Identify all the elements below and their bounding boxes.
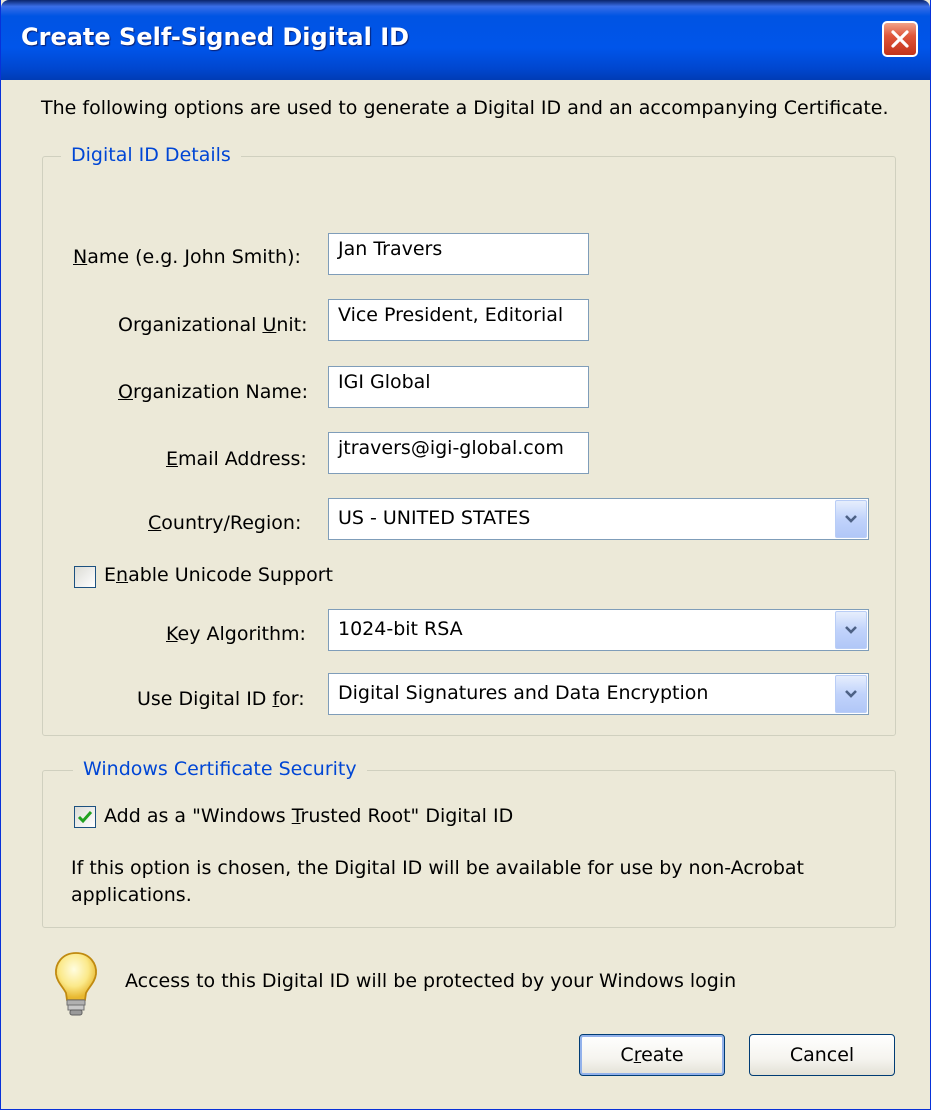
close-button[interactable] (882, 21, 918, 57)
lightbulb-icon (55, 952, 97, 1016)
check-icon (77, 811, 93, 824)
window-title: Create Self-Signed Digital ID (21, 23, 410, 51)
org-unit-label-key: U (262, 314, 277, 336)
name-field[interactable]: Jan Travers (328, 233, 589, 275)
use-for-label-post: or: (279, 688, 305, 710)
chevron-down-icon (845, 690, 857, 698)
key-algorithm-label-post: ey Algorithm: (177, 623, 306, 645)
org-name-label-key: O (118, 381, 133, 403)
hint-text: Access to this Digital ID will be protec… (125, 970, 737, 992)
org-unit-field[interactable]: Vice President, Editorial (328, 299, 589, 341)
name-label-key: N (73, 246, 88, 268)
country-dropdown-button[interactable] (835, 500, 867, 538)
use-for-dropdown-button[interactable] (835, 675, 867, 713)
key-algorithm-select[interactable]: 1024-bit RSA (328, 609, 869, 651)
org-name-label: Organization Name: (118, 381, 308, 403)
country-label-post: ountry/Region: (161, 512, 302, 534)
email-field[interactable]: jtravers@igi-global.com (328, 432, 589, 474)
email-label-post: mail Address: (178, 448, 307, 470)
create-button-label-key: r (633, 1044, 642, 1066)
use-for-label-pre: Use Digital ID (137, 688, 273, 710)
windows-certificate-security-legend: Windows Certificate Security (73, 758, 367, 780)
use-for-select[interactable]: Digital Signatures and Data Encryption (328, 673, 869, 715)
create-button[interactable]: Create (579, 1034, 725, 1076)
org-unit-label-pre: Organizational (118, 314, 263, 336)
key-algorithm-dropdown-button[interactable] (835, 611, 867, 649)
country-select-value: US - UNITED STATES (338, 507, 531, 529)
email-label-key: E (166, 448, 179, 470)
country-label: Country/Region: (148, 512, 301, 534)
trusted-root-checkbox[interactable] (74, 806, 96, 828)
name-label: Name (e.g. John Smith): (73, 246, 301, 268)
create-button-label-pre: C (620, 1044, 634, 1066)
trusted-root-label-post: rusted Root" Digital ID (300, 805, 514, 827)
intro-text: The following options are used to genera… (41, 97, 889, 119)
trusted-root-label-key: T (291, 805, 301, 827)
create-button-label-post: eate (641, 1044, 684, 1066)
trusted-root-label-pre: Add as a "Windows (104, 805, 292, 827)
org-unit-label: Organizational Unit: (118, 314, 308, 336)
key-algorithm-label: Key Algorithm: (166, 623, 306, 645)
unicode-label: Enable Unicode Support (104, 564, 333, 586)
country-select[interactable]: US - UNITED STATES (328, 498, 869, 540)
org-unit-label-post: nit: (276, 314, 308, 336)
title-bar[interactable]: Create Self-Signed Digital ID (1, 0, 930, 80)
trusted-root-label: Add as a "Windows Trusted Root" Digital … (104, 805, 513, 827)
unicode-label-post: able Unicode Support (128, 564, 333, 586)
unicode-label-key: n (116, 564, 129, 586)
email-label: Email Address: (166, 448, 307, 470)
use-for-select-value: Digital Signatures and Data Encryption (338, 682, 709, 704)
dialog-window: Create Self-Signed Digital ID The follow… (0, 0, 931, 1110)
digital-id-details-legend: Digital ID Details (61, 144, 241, 166)
trusted-root-note-line2: applications. (71, 884, 192, 906)
use-for-label: Use Digital ID for: (137, 688, 305, 710)
key-algorithm-select-value: 1024-bit RSA (338, 618, 463, 640)
chevron-down-icon (845, 515, 857, 523)
trusted-root-note-line1: If this option is chosen, the Digital ID… (71, 857, 804, 879)
country-label-key: C (148, 512, 162, 534)
org-name-label-post: rganization Name: (132, 381, 308, 403)
cancel-button[interactable]: Cancel (749, 1034, 895, 1076)
org-name-field[interactable]: IGI Global (328, 366, 589, 408)
unicode-checkbox[interactable] (74, 566, 96, 588)
name-label-post: ame (e.g. John Smith): (87, 246, 301, 268)
unicode-label-pre: E (104, 564, 117, 586)
chevron-down-icon (845, 626, 857, 634)
close-icon (891, 30, 909, 48)
key-algorithm-label-key: K (166, 623, 178, 645)
